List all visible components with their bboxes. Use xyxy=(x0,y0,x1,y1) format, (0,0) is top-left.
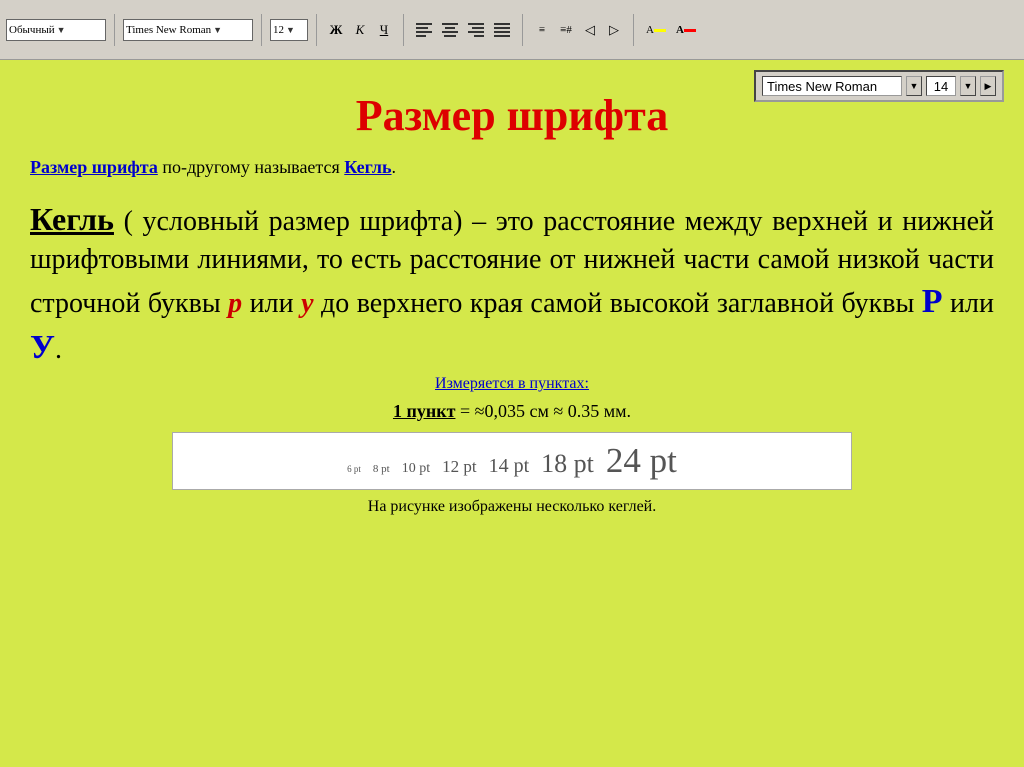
point-def-rest: = ≈0,035 см ≈ 0.35 мм. xyxy=(455,401,631,421)
toolbar: Обычный ▼ Times New Roman ▼ 12 ▼ Ж К Ч xyxy=(0,0,1024,60)
align-center-icon xyxy=(442,23,458,37)
font-size-increment[interactable]: ▶ xyxy=(980,76,996,96)
font-color-bar xyxy=(684,29,696,32)
italic-button[interactable]: К xyxy=(349,19,371,41)
main-paragraph: Кегль ( условный размер шрифта) – это ра… xyxy=(30,198,994,371)
bold-button[interactable]: Ж xyxy=(325,19,347,41)
subtitle-link2: Кегль xyxy=(344,157,391,177)
underline-button[interactable]: Ч xyxy=(373,19,395,41)
fs-18pt: 18 pt xyxy=(541,449,594,479)
size-select-value: 12 xyxy=(273,24,284,36)
style-select[interactable]: Обычный ▼ xyxy=(6,19,106,41)
highlight-icon: A xyxy=(646,24,654,36)
subtitle-end: . xyxy=(392,157,397,177)
font-select-value: Times New Roman xyxy=(126,24,211,36)
font-select-arrow: ▼ xyxy=(213,25,222,35)
sep4 xyxy=(403,14,404,46)
subtitle-line: Размер шрифта по-другому называется Кегл… xyxy=(30,157,994,178)
size-select[interactable]: 12 ▼ xyxy=(270,19,308,41)
numbered-list-button[interactable]: ≡# xyxy=(555,19,577,41)
font-group: Times New Roman ▼ xyxy=(123,19,253,41)
para-end: . xyxy=(55,334,62,365)
highlight-button[interactable]: A xyxy=(642,19,670,41)
font-size-value[interactable]: 14 xyxy=(926,76,956,96)
color-group: A A xyxy=(642,19,700,41)
fs-8pt: 8 pt xyxy=(373,463,390,475)
list-button[interactable]: ≡ xyxy=(531,19,553,41)
style-select-arrow: ▼ xyxy=(57,25,66,35)
main-text-2: до верхнего края самой высокой заглавной… xyxy=(314,288,922,319)
size-group: 12 ▼ xyxy=(270,19,308,41)
align-left-icon xyxy=(416,23,432,37)
align-center-button[interactable] xyxy=(438,19,462,41)
font-select[interactable]: Times New Roman ▼ xyxy=(123,19,253,41)
fs-10pt: 10 pt xyxy=(402,461,430,477)
subtitle-link1: Размер шрифта xyxy=(30,157,158,177)
style-group: Обычный ▼ xyxy=(6,19,106,41)
letter-P: Р xyxy=(922,283,943,320)
font-size-arrow[interactable]: ▼ xyxy=(960,76,976,96)
main-content: Times New Roman ▼ 14 ▼ ▶ Размер шрифта Р… xyxy=(0,60,1024,767)
measures-line: Измеряется в пунктах: xyxy=(30,375,994,393)
caption-line: На рисунке изображены несколько кеглей. xyxy=(30,498,994,516)
sep2 xyxy=(261,14,262,46)
align-right-button[interactable] xyxy=(464,19,488,41)
style-select-value: Обычный xyxy=(9,24,55,36)
or-text-2: или xyxy=(943,288,994,319)
indent-increase-button[interactable]: ▷ xyxy=(603,19,625,41)
indent-decrease-button[interactable]: ◁ xyxy=(579,19,601,41)
font-color-button[interactable]: A xyxy=(672,19,700,41)
align-justify-button[interactable] xyxy=(490,19,514,41)
font-selector-value: Times New Roman xyxy=(767,79,877,94)
list-group: ≡ ≡# ◁ ▷ xyxy=(531,19,625,41)
letter-y: у xyxy=(301,288,313,319)
font-size-illustration: 6 pt 8 pt 10 pt 12 pt 14 pt 18 pt 24 pt xyxy=(172,432,852,490)
sep5 xyxy=(522,14,523,46)
align-justify-icon xyxy=(494,23,510,37)
sep1 xyxy=(114,14,115,46)
subtitle-text1: по-другому называется xyxy=(158,157,344,177)
point-definition: 1 пункт = ≈0,035 см ≈ 0.35 мм. xyxy=(30,401,994,422)
font-color-icon: A xyxy=(676,24,684,36)
or-text-1: или xyxy=(242,288,301,319)
size-select-arrow: ▼ xyxy=(286,25,295,35)
align-right-icon xyxy=(468,23,484,37)
fs-14pt: 14 pt xyxy=(489,455,530,478)
format-group: Ж К Ч xyxy=(325,19,395,41)
font-selector-box: Times New Roman ▼ 14 ▼ ▶ xyxy=(754,70,1004,102)
font-selector-input[interactable]: Times New Roman xyxy=(762,76,902,96)
sep6 xyxy=(633,14,634,46)
kegel-word: Кегль xyxy=(30,201,114,237)
letter-p: р xyxy=(228,288,242,319)
letter-Y: У xyxy=(30,329,55,366)
align-group xyxy=(412,19,514,41)
highlight-color-bar xyxy=(654,29,666,32)
fs-12pt: 12 pt xyxy=(442,457,476,477)
align-left-button[interactable] xyxy=(412,19,436,41)
sep3 xyxy=(316,14,317,46)
fs-6pt: 6 pt xyxy=(347,464,361,474)
one-punkt-label: 1 пункт xyxy=(393,401,455,421)
font-selector-arrow[interactable]: ▼ xyxy=(906,76,922,96)
fs-24pt: 24 pt xyxy=(606,441,677,481)
